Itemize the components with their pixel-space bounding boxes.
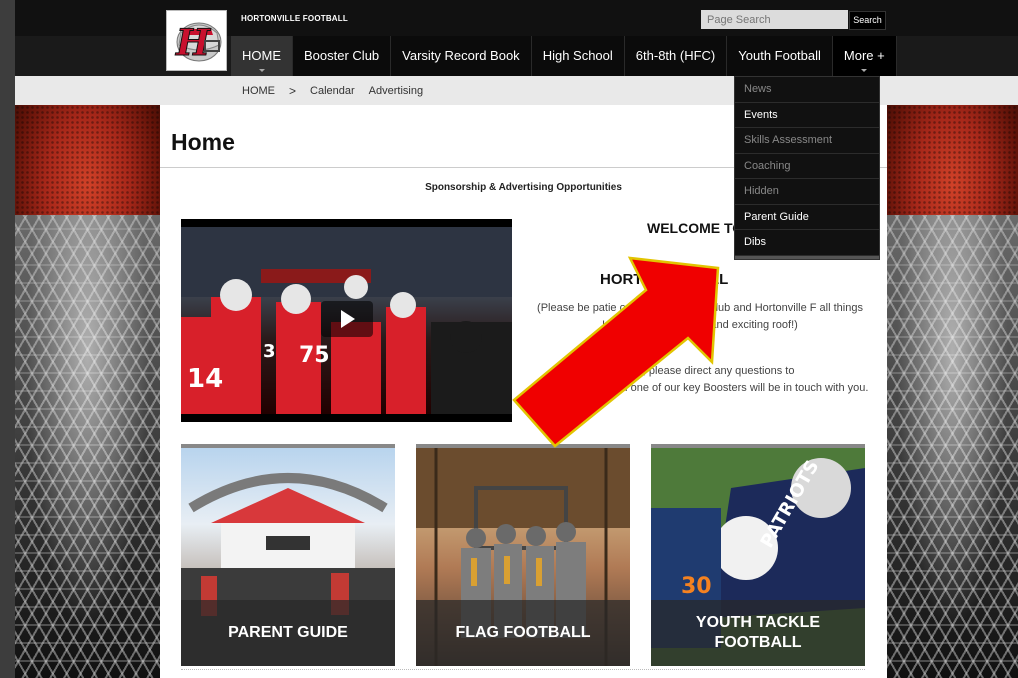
divider xyxy=(181,669,865,670)
chevron-down-icon xyxy=(861,69,868,72)
tile-flag-football[interactable]: FLAG FOOTBALL xyxy=(416,444,630,666)
svg-text:14: 14 xyxy=(187,364,223,394)
breadcrumb-calendar[interactable]: Calendar xyxy=(310,85,355,97)
welcome-heading: WELCOME TO xyxy=(647,220,744,236)
svg-text:3: 3 xyxy=(263,341,276,362)
menu-item-parent-guide[interactable]: Parent Guide xyxy=(735,205,879,230)
tile-label: FLAG FOOTBALL xyxy=(416,600,630,666)
nav-booster-club[interactable]: Booster Club xyxy=(293,36,392,76)
tile-parent-guide[interactable]: PARENT GUIDE xyxy=(181,444,395,666)
nav-varsity-record-book-label: Varsity Record Book xyxy=(402,48,520,63)
nav-high-school[interactable]: High School xyxy=(531,36,625,76)
breadcrumb-advertising[interactable]: Advertising xyxy=(369,85,423,97)
divider xyxy=(735,255,879,259)
menu-item-skills-assessment[interactable]: Skills Assessment xyxy=(735,128,879,154)
breadcrumb-home[interactable]: HOME xyxy=(242,85,275,97)
browser-frame: HORTONVILLE FOOTBALL Search HOME Booster… xyxy=(15,0,1018,678)
menu-item-hidden[interactable]: Hidden xyxy=(735,179,879,205)
chevron-down-icon xyxy=(258,69,265,72)
site-name[interactable]: HORTONVILLE FOOTBALL xyxy=(241,14,348,23)
menu-item-events[interactable]: Events xyxy=(735,103,879,128)
menu-item-dibs[interactable]: Dibs xyxy=(735,230,879,256)
contact-email-link[interactable]: eFootball.com xyxy=(532,382,607,394)
nav-6th-8th[interactable]: 6th-8th (HFC) xyxy=(624,36,728,76)
contact-text-pre: this site, please direct any questions t… xyxy=(605,365,795,377)
nav-youth-football-label: Youth Football xyxy=(738,48,821,63)
more-dropdown-menu: News Events Skills Assessment Coaching H… xyxy=(734,76,880,260)
left-background xyxy=(15,105,160,678)
breadcrumb-separator: > xyxy=(289,84,297,98)
menu-item-coaching[interactable]: Coaching xyxy=(735,154,879,179)
nav-booster-club-label: Booster Club xyxy=(304,48,380,63)
hex-mesh-image xyxy=(15,215,160,678)
contact-text-post: and one of our key Boosters will be in t… xyxy=(609,382,869,394)
nav-6th-8th-label: 6th-8th (HFC) xyxy=(635,48,716,63)
svg-text:75: 75 xyxy=(299,343,330,368)
site-logo[interactable]: H xyxy=(166,10,227,71)
hex-mesh-image xyxy=(887,215,1018,678)
welcome-subheading: HORT FOOTBALL xyxy=(600,271,729,288)
nav-high-school-label: High School xyxy=(542,48,613,63)
video-player[interactable]: 14 75 3 xyxy=(181,219,512,422)
nav-home-label: HOME xyxy=(242,48,281,63)
search-input[interactable] xyxy=(701,10,848,29)
nav-more-label: More + xyxy=(843,48,885,63)
play-icon[interactable] xyxy=(321,301,373,337)
breadcrumb: HOME > Calendar Advertising xyxy=(242,84,423,98)
search-button[interactable]: Search xyxy=(849,11,886,30)
svg-text:30: 30 xyxy=(681,574,712,599)
nav-varsity-record-book[interactable]: Varsity Record Book xyxy=(391,36,532,76)
nav-more[interactable]: More + xyxy=(832,36,897,76)
tile-label: PARENT GUIDE xyxy=(181,600,395,666)
nav-youth-football[interactable]: Youth Football xyxy=(727,36,833,76)
page-title: Home xyxy=(171,129,235,155)
menu-item-news[interactable]: News xyxy=(735,77,879,103)
main-nav: HOME Booster Club Varsity Record Book Hi… xyxy=(231,36,897,76)
tile-youth-tackle-football[interactable]: PATRIOTS 30 YOUTH TACKLE FOOTBALL xyxy=(651,444,865,666)
welcome-text: (Please be patie ortonville Booster Club… xyxy=(537,302,863,331)
tile-label: YOUTH TACKLE FOOTBALL xyxy=(651,600,865,666)
nav-home[interactable]: HOME xyxy=(231,36,293,76)
right-background xyxy=(887,105,1018,678)
contact-text: this site, please direct any questions t… xyxy=(530,363,870,397)
